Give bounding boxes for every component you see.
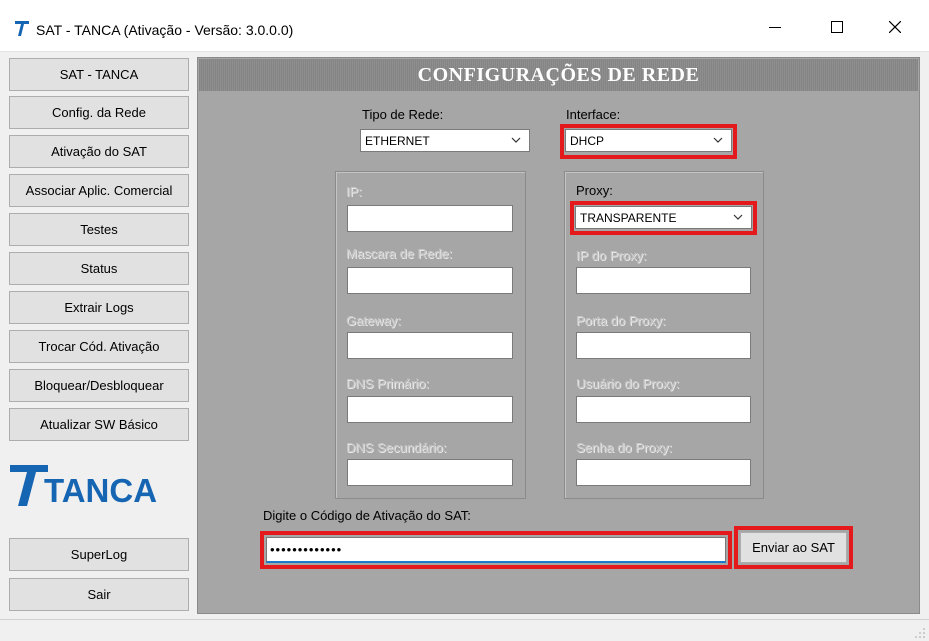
tanca-app-icon xyxy=(15,21,29,36)
proxy-label: Proxy: xyxy=(576,183,613,198)
ip-field[interactable] xyxy=(347,205,513,232)
chevron-down-icon xyxy=(733,214,743,220)
sidebar-item-ativacao[interactable]: Ativação do SAT xyxy=(9,135,189,168)
proxy-pass-label: Senha do Proxy: xyxy=(576,440,673,455)
gateway-field[interactable] xyxy=(347,332,513,359)
sair-button[interactable]: Sair xyxy=(9,578,189,611)
proxy-user-field[interactable] xyxy=(576,396,751,423)
interface-value: DHCP xyxy=(570,133,605,148)
sidebar-item-trocar-codigo[interactable]: Trocar Cód. Ativação xyxy=(9,330,189,363)
mask-field[interactable] xyxy=(347,267,513,294)
resize-grip-icon[interactable] xyxy=(914,627,926,639)
sidebar-item-status[interactable]: Status xyxy=(9,252,189,285)
maximize-button[interactable] xyxy=(814,10,860,44)
sidebar-item-atualizar[interactable]: Atualizar SW Básico xyxy=(9,408,189,441)
activation-code-label: Digite o Código de Ativação do SAT: xyxy=(263,508,471,523)
sidebar-item-testes[interactable]: Testes xyxy=(9,213,189,246)
maximize-icon xyxy=(831,21,843,33)
dns1-label: DNS Primário: xyxy=(346,376,430,391)
minimize-icon xyxy=(769,27,781,28)
panel-header: CONFIGURAÇÕES DE REDE xyxy=(199,59,918,91)
mask-label: Mascara de Rede: xyxy=(346,246,453,261)
ip-label: IP: xyxy=(346,184,362,199)
dns2-field[interactable] xyxy=(347,459,513,486)
superlog-button[interactable]: SuperLog xyxy=(9,538,189,571)
tanca-logo: TANCA xyxy=(10,465,157,509)
interface-label: Interface: xyxy=(566,107,621,122)
proxy-select[interactable]: TRANSPARENTE xyxy=(575,206,752,229)
minimize-button[interactable] xyxy=(752,10,798,44)
sidebar-item-config-rede[interactable]: Config. da Rede xyxy=(9,96,189,129)
sidebar-item-sat-tanca[interactable]: SAT - TANCA xyxy=(9,58,189,91)
close-icon xyxy=(889,21,901,33)
proxy-port-label: Porta do Proxy: xyxy=(576,313,666,328)
sidebar-item-bloquear[interactable]: Bloquear/Desbloquear xyxy=(9,369,189,402)
proxy-ip-label: IP do Proxy: xyxy=(576,248,647,263)
dns1-field[interactable] xyxy=(347,396,513,423)
panel-title: CONFIGURAÇÕES DE REDE xyxy=(417,63,700,86)
activation-code-input[interactable]: ••••••••••••• xyxy=(266,537,726,563)
proxy-ip-field[interactable] xyxy=(576,267,751,294)
proxy-value: TRANSPARENTE xyxy=(580,210,677,225)
proxy-port-field[interactable] xyxy=(576,332,751,359)
close-button[interactable] xyxy=(872,10,918,44)
sidebar-item-extrair-logs[interactable]: Extrair Logs xyxy=(9,291,189,324)
svg-text:TANCA: TANCA xyxy=(44,472,157,509)
status-bar xyxy=(0,619,929,641)
tipo-rede-select[interactable]: ETHERNET xyxy=(360,129,530,152)
window-title: SAT - TANCA (Ativação - Versão: 3.0.0.0) xyxy=(36,22,294,38)
chevron-down-icon xyxy=(511,137,521,143)
send-to-sat-button[interactable]: Enviar ao SAT xyxy=(740,532,847,563)
proxy-pass-field[interactable] xyxy=(576,459,751,486)
tipo-rede-label: Tipo de Rede: xyxy=(362,107,444,122)
chevron-down-icon xyxy=(713,137,723,143)
tipo-rede-value: ETHERNET xyxy=(365,133,430,148)
gateway-label: Gateway: xyxy=(346,313,401,328)
interface-select[interactable]: DHCP xyxy=(565,129,732,152)
proxy-user-label: Usuário do Proxy: xyxy=(576,376,680,391)
dns2-label: DNS Secundário: xyxy=(346,440,447,455)
sidebar-item-associar[interactable]: Associar Aplic. Comercial xyxy=(9,174,189,207)
